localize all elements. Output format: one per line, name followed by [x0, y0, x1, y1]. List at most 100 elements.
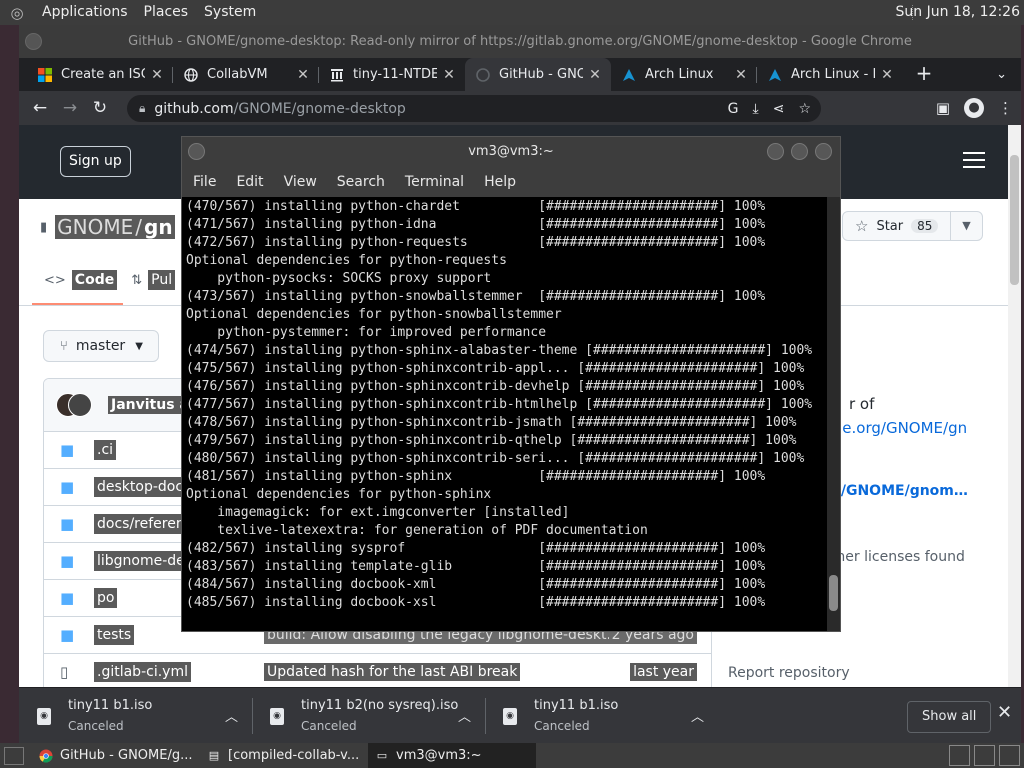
tab-tiny11[interactable]: tiny-11-NTDE ✕: [319, 58, 465, 91]
minimize-button[interactable]: [767, 143, 784, 160]
file-name-link[interactable]: .gitlab-ci.yml: [94, 662, 191, 682]
back-arrow-icon[interactable]: ←: [25, 98, 55, 118]
tab-code-label: Code: [71, 270, 118, 290]
window-menu-button[interactable]: [25, 33, 42, 50]
terminal-window: vm3@vm3:~ File Edit View Search Terminal…: [181, 136, 841, 632]
file-name-link[interactable]: tests: [94, 625, 135, 645]
top-panel: ◎ Applications Places System Sun Jun 18,…: [0, 0, 1024, 25]
share-icon[interactable]: ⋖: [773, 101, 785, 117]
terminal-titlebar[interactable]: vm3@vm3:~: [182, 137, 840, 167]
report-repository-link[interactable]: Report repository: [728, 665, 850, 681]
sign-up-button[interactable]: Sign up: [60, 146, 131, 177]
terminal-line: Optional dependencies for python-sphinx: [186, 487, 492, 502]
chrome-titlebar[interactable]: GitHub - GNOME/gnome-desktop: Read-only …: [19, 25, 1021, 58]
tab-search-chevron-icon[interactable]: ⌄: [996, 58, 1007, 91]
close-icon[interactable]: ✕: [149, 67, 165, 83]
tab-pull-requests[interactable]: ⇅ Pul: [131, 265, 176, 295]
tab-collabvm[interactable]: CollabVM ✕: [173, 58, 319, 91]
workspace-1[interactable]: [949, 745, 970, 766]
menu-view[interactable]: View: [284, 174, 317, 190]
menu-file[interactable]: File: [193, 174, 216, 190]
close-icon[interactable]: ✕: [587, 67, 603, 83]
panel-clock[interactable]: Sun Jun 18, 12:26: [896, 0, 1020, 25]
star-icon: ☆: [855, 217, 869, 235]
tab-strip: Create an ISO ✕ CollabVM ✕ tiny-11-NTDE …: [19, 58, 1021, 91]
commit-message-link[interactable]: Updated hash for the last ABI break: [264, 663, 521, 681]
tab-arch-linux[interactable]: Arch Linux ✕: [611, 58, 757, 91]
address-bar-url: github.com/GNOME/gnome-desktop: [154, 101, 405, 117]
workspace-3[interactable]: [999, 745, 1020, 766]
menu-search[interactable]: Search: [337, 174, 385, 190]
download-item[interactable]: ◉ tiny11 b1.iso Canceled ︿: [485, 688, 705, 743]
close-icon[interactable]: ✕: [733, 67, 749, 83]
file-name-link[interactable]: po: [94, 588, 118, 608]
bookmark-star-icon[interactable]: ☆: [798, 101, 811, 117]
desktop-background: [0, 25, 19, 743]
collabvm-icon: ▤: [208, 749, 220, 762]
side-panel-icon[interactable]: ▣: [936, 99, 950, 117]
repo-name-link[interactable]: gn: [142, 215, 175, 239]
more-menu-icon[interactable]: ⋮: [998, 99, 1013, 117]
menu-help[interactable]: Help: [484, 174, 516, 190]
menu-places[interactable]: Places: [136, 0, 197, 25]
lock-icon[interactable]: 🔒︎: [139, 101, 145, 116]
tab-code[interactable]: <> Code: [31, 265, 124, 305]
window-menu-button[interactable]: [188, 143, 205, 160]
menu-edit[interactable]: Edit: [236, 174, 263, 190]
google-lens-icon[interactable]: G: [728, 101, 739, 117]
page-scrollbar[interactable]: [1008, 125, 1021, 687]
hamburger-menu-icon[interactable]: [963, 152, 985, 168]
branch-selector-button[interactable]: ⑂ master ▼: [43, 330, 159, 362]
scrollbar-thumb[interactable]: [829, 575, 838, 611]
show-desktop-icon[interactable]: [4, 746, 24, 765]
terminal-line: (476/567) installing python-sphinxcontri…: [186, 379, 805, 394]
repo-title-slash: /: [135, 215, 142, 239]
tab-github-active[interactable]: GitHub - GNO ✕: [465, 58, 611, 91]
reload-icon[interactable]: ↻: [85, 98, 115, 118]
download-item[interactable]: ◉ tiny11 b1.iso Canceled ︿: [19, 688, 253, 743]
download-item[interactable]: ◉ tiny11 b2(no sysreq).iso Canceled ︿: [252, 688, 486, 743]
close-icon[interactable]: ✕: [997, 702, 1012, 723]
terminal-line: Optional dependencies for python-request…: [186, 253, 507, 268]
chevron-up-icon[interactable]: ︿: [458, 706, 471, 725]
terminal-output[interactable]: (470/567) installing python-chardet [###…: [182, 197, 828, 631]
new-tab-button[interactable]: +: [909, 58, 939, 91]
profile-avatar-icon[interactable]: ●: [964, 98, 984, 118]
menu-system[interactable]: System: [196, 0, 264, 25]
tab-label: Arch Linux - D: [791, 67, 875, 82]
forward-arrow-icon[interactable]: →: [55, 98, 85, 118]
distro-logo-icon[interactable]: ◎: [6, 3, 28, 23]
taskbar-item-chrome[interactable]: GitHub - GNOME/g...: [32, 743, 200, 768]
close-icon[interactable]: ✕: [441, 67, 457, 83]
chevron-up-icon[interactable]: ︿: [225, 706, 238, 725]
star-count: 85: [911, 219, 939, 233]
show-all-downloads-button[interactable]: Show all: [907, 701, 992, 733]
close-button[interactable]: [815, 143, 832, 160]
tab-create-iso[interactable]: Create an ISO ✕: [27, 58, 173, 91]
maximize-button[interactable]: [791, 143, 808, 160]
workspace-2[interactable]: [974, 745, 995, 766]
file-name-link[interactable]: .ci: [94, 440, 117, 460]
menu-applications[interactable]: Applications: [34, 0, 136, 25]
tab-label: tiny-11-NTDE: [353, 67, 437, 82]
tab-arch-linux-2[interactable]: Arch Linux - D ✕: [757, 58, 903, 91]
terminal-line: (484/567) installing docbook-xml [######…: [186, 577, 766, 592]
star-dropdown-chevron-icon[interactable]: ▼: [950, 212, 982, 240]
star-button[interactable]: ☆ Star 85 ▼: [842, 211, 983, 241]
install-app-icon[interactable]: ⤓: [753, 101, 759, 117]
repo-owner-link[interactable]: GNOME: [55, 215, 136, 239]
taskbar-item-terminal[interactable]: ▭ vm3@vm3:~: [368, 743, 536, 768]
taskbar-item-collabvm[interactable]: ▤ [compiled-collab-v...: [200, 743, 368, 768]
close-icon[interactable]: ✕: [879, 67, 895, 83]
menu-terminal[interactable]: Terminal: [405, 174, 464, 190]
folder-icon: ■: [60, 515, 75, 533]
scrollbar-thumb[interactable]: [1010, 155, 1019, 285]
avatar[interactable]: [68, 393, 92, 417]
address-bar[interactable]: 🔒︎ github.com/GNOME/gnome-desktop G ⤓ ⋖ …: [127, 95, 821, 122]
close-icon[interactable]: ✕: [295, 67, 311, 83]
terminal-scrollbar[interactable]: [827, 197, 840, 631]
file-name-link[interactable]: desktop-docs: [94, 477, 194, 497]
commit-avatars: [56, 392, 96, 418]
table-row[interactable]: ▯ .gitlab-ci.yml Updated hash for the la…: [44, 654, 711, 687]
chevron-up-icon[interactable]: ︿: [691, 706, 704, 725]
